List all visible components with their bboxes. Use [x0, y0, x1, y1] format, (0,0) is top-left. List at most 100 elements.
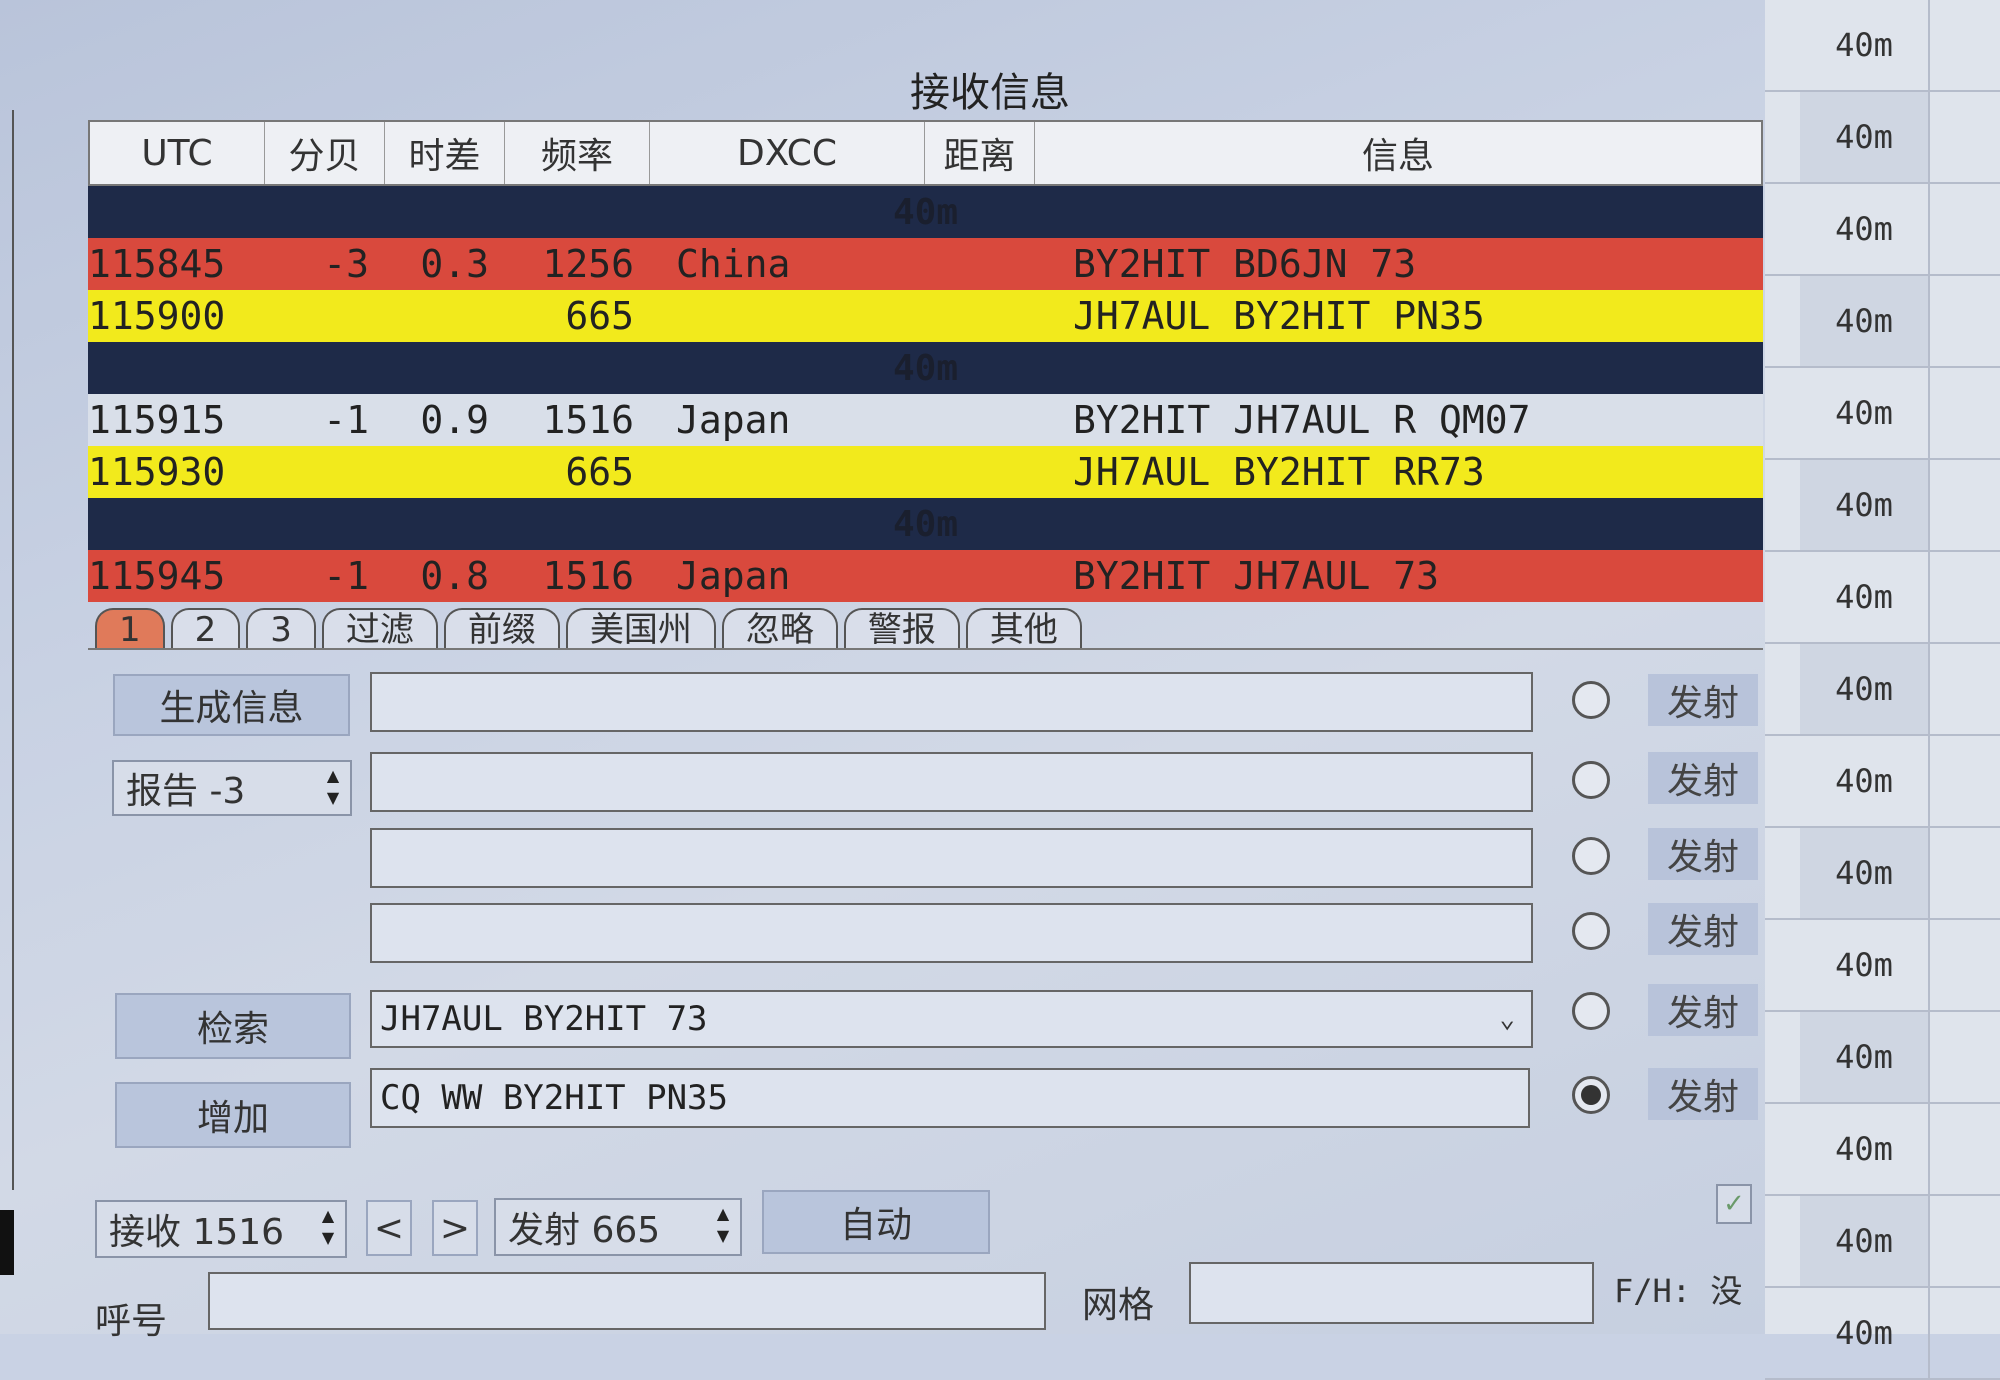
band-cell: 40m	[1765, 736, 2000, 828]
tab-other[interactable]: 其他	[965, 608, 1082, 650]
band-cell-label: 40m	[1800, 1012, 1930, 1102]
rx-frequency-arrows[interactable]: ▲ ▼	[317, 1208, 339, 1246]
tx-message-2[interactable]	[370, 752, 1533, 812]
tx-message-1[interactable]	[370, 672, 1533, 732]
cell-dt: 0.8	[420, 554, 489, 598]
band-cell-label: 40m	[1800, 92, 1930, 182]
report-value: 报告 -3	[126, 771, 246, 812]
arrow-up-icon[interactable]: ▲	[717, 1206, 729, 1222]
table-header: UTC 分贝 时差 频率 DXCC 距离 信息	[88, 120, 1763, 186]
tx-select-radio-5[interactable]	[1572, 992, 1610, 1030]
col-utc[interactable]: UTC	[90, 122, 265, 184]
table-row[interactable]: 115930 665 JH7AUL BY2HIT RR73	[88, 446, 1763, 498]
band-cell-label: 40m	[1800, 920, 1930, 1010]
arrow-down-icon[interactable]: ▼	[322, 1230, 334, 1246]
band-cell-label: 40m	[1800, 368, 1930, 458]
add-button[interactable]: 增加	[115, 1082, 351, 1148]
col-dt[interactable]: 时差	[385, 122, 505, 184]
table-row[interactable]: 115845 -3 0.3 1256 China BY2HIT BD6JN 73	[88, 238, 1763, 290]
generate-messages-button[interactable]: 生成信息	[113, 674, 350, 736]
checkbox[interactable]: ✓	[1716, 1184, 1752, 1224]
tx-button-5[interactable]: 发射	[1648, 984, 1758, 1036]
arrow-down-icon[interactable]: ▼	[717, 1228, 729, 1244]
report-arrows[interactable]: ▲ ▼	[322, 768, 344, 806]
grid-input[interactable]	[1189, 1262, 1594, 1324]
tx-select-radio-6[interactable]	[1572, 1076, 1610, 1114]
tx-message-6[interactable]: CQ WW BY2HIT PN35	[370, 1068, 1530, 1128]
band-cell: 40m	[1765, 368, 2000, 460]
band-cell: 40m	[1765, 1288, 2000, 1380]
report-spinbox[interactable]: 报告 -3 ▲ ▼	[112, 760, 352, 816]
cell-utc: 115930	[88, 450, 226, 494]
tab-2[interactable]: 2	[170, 608, 241, 650]
tx-message-3[interactable]	[370, 828, 1533, 888]
tab-1[interactable]: 1	[95, 608, 165, 650]
tx-message-5-combo[interactable]: JH7AUL BY2HIT 73 ⌄	[370, 990, 1533, 1048]
tab-us-states[interactable]: 美国州	[565, 608, 716, 650]
col-dxcc[interactable]: DXCC	[650, 122, 925, 184]
band-activity-column: 40m 40m 40m 40m 40m 40m 40m 40m 40m 40m 40m 40m 40m 4…	[1765, 0, 2000, 1380]
tx-button-3[interactable]: 发射	[1648, 828, 1758, 880]
col-db[interactable]: 分贝	[265, 122, 385, 184]
band-cell-label: 40m	[1800, 828, 1930, 918]
band-cell: 40m	[1765, 460, 2000, 552]
arrow-up-icon[interactable]: ▲	[327, 768, 339, 784]
col-freq[interactable]: 频率	[505, 122, 650, 184]
next-button[interactable]: >	[432, 1200, 478, 1256]
band-cell: 40m	[1765, 552, 2000, 644]
tx-button-6[interactable]: 发射	[1648, 1068, 1758, 1120]
cell-freq: 1256	[542, 242, 634, 286]
tx-frequency-arrows[interactable]: ▲ ▼	[712, 1206, 734, 1244]
tx-button-4[interactable]: 发射	[1648, 903, 1758, 955]
cell-dxcc: China	[676, 242, 791, 286]
search-button[interactable]: 检索	[115, 993, 351, 1059]
band-cell: 40m	[1765, 920, 2000, 1012]
tx-select-radio-2[interactable]	[1572, 761, 1610, 799]
cell-freq: 1516	[542, 398, 634, 442]
rx-frequency-spinbox[interactable]: 接收 1516 ▲ ▼	[95, 1200, 347, 1258]
tx-button-2[interactable]: 发射	[1648, 752, 1758, 804]
table-row[interactable]: 115900 665 JH7AUL BY2HIT PN35	[88, 290, 1763, 342]
chevron-down-icon[interactable]: ⌄	[1499, 1004, 1515, 1034]
main-window: 接收信息 UTC 分贝 时差 频率 DXCC 距离 信息 40m 115845 -3…	[0, 0, 1765, 1342]
cell-msg: JH7AUL BY2HIT RR73	[1073, 450, 1485, 494]
callsign-input[interactable]	[208, 1272, 1046, 1330]
band-label: 40m	[892, 503, 959, 545]
band-label: 40m	[892, 191, 959, 233]
cell-msg: BY2HIT JH7AUL 73	[1073, 554, 1440, 598]
tx-frequency-value: 发射 665	[508, 1210, 661, 1251]
auto-button[interactable]: 自动	[762, 1190, 990, 1254]
cell-msg: JH7AUL BY2HIT PN35	[1073, 294, 1485, 338]
table-row[interactable]: 115945 -1 0.8 1516 Japan BY2HIT JH7AUL 73	[88, 550, 1763, 602]
callsign-label: 呼号	[95, 1301, 168, 1342]
left-marker	[0, 1210, 14, 1275]
tx-select-radio-1[interactable]	[1572, 681, 1610, 719]
prev-button[interactable]: <	[366, 1200, 412, 1256]
col-distance[interactable]: 距离	[925, 122, 1035, 184]
col-message[interactable]: 信息	[1035, 122, 1761, 184]
cell-dxcc: Japan	[676, 398, 791, 442]
tab-alert[interactable]: 警报	[843, 608, 960, 650]
band-cell: 40m	[1765, 276, 2000, 368]
tx-select-radio-3[interactable]	[1572, 837, 1610, 875]
fh-status: F/H: 没	[1614, 1272, 1743, 1310]
tab-3[interactable]: 3	[246, 608, 316, 650]
tab-filter[interactable]: 过滤	[321, 608, 438, 650]
table-row[interactable]: 115915 -1 0.9 1516 Japan BY2HIT JH7AUL R QM07	[88, 394, 1763, 446]
cell-dt: 0.9	[420, 398, 489, 442]
band-cell: 40m	[1765, 1104, 2000, 1196]
cell-freq: 665	[565, 294, 634, 338]
tab-prefix[interactable]: 前缀	[443, 608, 560, 650]
tx-message-4[interactable]	[370, 903, 1533, 963]
tx-button-1[interactable]: 发射	[1648, 674, 1758, 726]
band-cell-label: 40m	[1800, 1196, 1930, 1286]
arrow-up-icon[interactable]: ▲	[322, 1208, 334, 1224]
tab-ignore[interactable]: 忽略	[721, 608, 838, 650]
cell-db: -1	[323, 398, 369, 442]
cell-dt: 0.3	[420, 242, 489, 286]
tx-frequency-spinbox[interactable]: 发射 665 ▲ ▼	[494, 1198, 742, 1256]
tx-select-radio-4[interactable]	[1572, 912, 1610, 950]
tab-bar: 1 2 3 过滤 前缀 美国州 忽略 警报 其他	[95, 608, 1088, 650]
message-table: UTC 分贝 时差 频率 DXCC 距离 信息 40m 115845 -3 0.3 12…	[88, 120, 1763, 602]
arrow-down-icon[interactable]: ▼	[327, 790, 339, 806]
